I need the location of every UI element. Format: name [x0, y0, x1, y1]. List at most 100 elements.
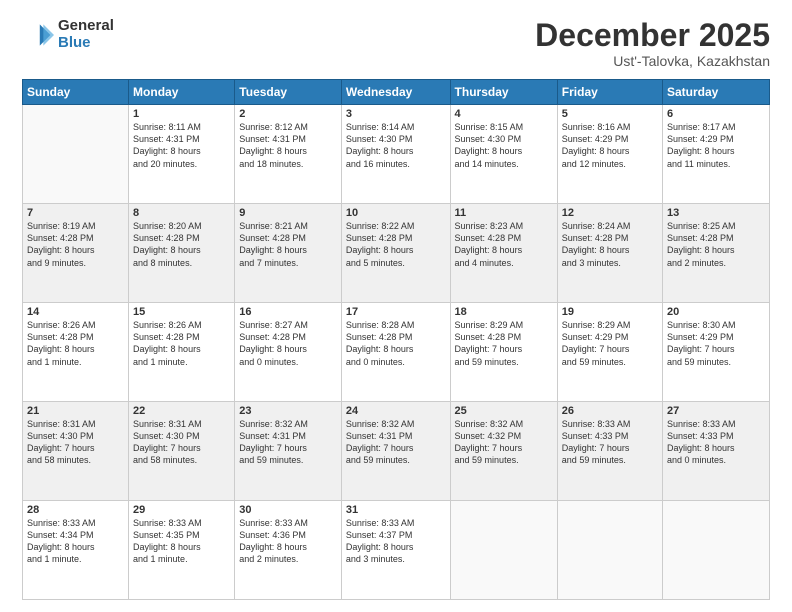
logo-blue-text: Blue: [58, 35, 114, 52]
day-number: 27: [667, 405, 765, 417]
day-info: Sunrise: 8:31 AM Sunset: 4:30 PM Dayligh…: [27, 418, 124, 467]
calendar-cell: 9Sunrise: 8:21 AM Sunset: 4:28 PM Daylig…: [235, 204, 342, 303]
day-info: Sunrise: 8:29 AM Sunset: 4:29 PM Dayligh…: [562, 319, 658, 368]
calendar-cell: 22Sunrise: 8:31 AM Sunset: 4:30 PM Dayli…: [129, 402, 235, 501]
day-info: Sunrise: 8:19 AM Sunset: 4:28 PM Dayligh…: [27, 220, 124, 269]
day-info: Sunrise: 8:26 AM Sunset: 4:28 PM Dayligh…: [133, 319, 230, 368]
calendar-cell: 20Sunrise: 8:30 AM Sunset: 4:29 PM Dayli…: [663, 303, 770, 402]
day-number: 26: [562, 405, 658, 417]
calendar-week-row: 21Sunrise: 8:31 AM Sunset: 4:30 PM Dayli…: [23, 402, 770, 501]
day-number: 4: [455, 108, 553, 120]
day-info: Sunrise: 8:26 AM Sunset: 4:28 PM Dayligh…: [27, 319, 124, 368]
day-number: 17: [346, 306, 446, 318]
calendar-cell: 31Sunrise: 8:33 AM Sunset: 4:37 PM Dayli…: [341, 501, 450, 600]
day-info: Sunrise: 8:11 AM Sunset: 4:31 PM Dayligh…: [133, 121, 230, 170]
day-info: Sunrise: 8:12 AM Sunset: 4:31 PM Dayligh…: [239, 121, 337, 170]
calendar-cell: 3Sunrise: 8:14 AM Sunset: 4:30 PM Daylig…: [341, 105, 450, 204]
calendar-cell: 29Sunrise: 8:33 AM Sunset: 4:35 PM Dayli…: [129, 501, 235, 600]
day-info: Sunrise: 8:22 AM Sunset: 4:28 PM Dayligh…: [346, 220, 446, 269]
calendar-cell: 7Sunrise: 8:19 AM Sunset: 4:28 PM Daylig…: [23, 204, 129, 303]
day-number: 7: [27, 207, 124, 219]
day-info: Sunrise: 8:27 AM Sunset: 4:28 PM Dayligh…: [239, 319, 337, 368]
day-info: Sunrise: 8:32 AM Sunset: 4:31 PM Dayligh…: [239, 418, 337, 467]
day-info: Sunrise: 8:33 AM Sunset: 4:35 PM Dayligh…: [133, 517, 230, 566]
logo: General Blue: [22, 18, 114, 51]
calendar-cell: 21Sunrise: 8:31 AM Sunset: 4:30 PM Dayli…: [23, 402, 129, 501]
day-number: 30: [239, 504, 337, 516]
calendar-week-row: 28Sunrise: 8:33 AM Sunset: 4:34 PM Dayli…: [23, 501, 770, 600]
day-number: 29: [133, 504, 230, 516]
calendar-cell: 30Sunrise: 8:33 AM Sunset: 4:36 PM Dayli…: [235, 501, 342, 600]
day-number: 16: [239, 306, 337, 318]
day-number: 5: [562, 108, 658, 120]
calendar-cell: 4Sunrise: 8:15 AM Sunset: 4:30 PM Daylig…: [450, 105, 557, 204]
calendar-cell: 24Sunrise: 8:32 AM Sunset: 4:31 PM Dayli…: [341, 402, 450, 501]
calendar-cell: 17Sunrise: 8:28 AM Sunset: 4:28 PM Dayli…: [341, 303, 450, 402]
logo-general-text: General: [58, 18, 114, 35]
day-number: 11: [455, 207, 553, 219]
day-info: Sunrise: 8:32 AM Sunset: 4:31 PM Dayligh…: [346, 418, 446, 467]
calendar-cell: 28Sunrise: 8:33 AM Sunset: 4:34 PM Dayli…: [23, 501, 129, 600]
day-number: 3: [346, 108, 446, 120]
page: General Blue December 2025 Ust'-Talovka,…: [0, 0, 792, 612]
calendar-table: SundayMondayTuesdayWednesdayThursdayFrid…: [22, 79, 770, 600]
day-number: 24: [346, 405, 446, 417]
day-info: Sunrise: 8:33 AM Sunset: 4:33 PM Dayligh…: [667, 418, 765, 467]
day-number: 31: [346, 504, 446, 516]
day-number: 18: [455, 306, 553, 318]
day-number: 21: [27, 405, 124, 417]
day-number: 14: [27, 306, 124, 318]
calendar-cell: 18Sunrise: 8:29 AM Sunset: 4:28 PM Dayli…: [450, 303, 557, 402]
day-number: 6: [667, 108, 765, 120]
day-info: Sunrise: 8:33 AM Sunset: 4:36 PM Dayligh…: [239, 517, 337, 566]
weekday-header-tuesday: Tuesday: [235, 80, 342, 105]
weekday-header-thursday: Thursday: [450, 80, 557, 105]
weekday-header-saturday: Saturday: [663, 80, 770, 105]
day-info: Sunrise: 8:33 AM Sunset: 4:34 PM Dayligh…: [27, 517, 124, 566]
weekday-header-monday: Monday: [129, 80, 235, 105]
day-info: Sunrise: 8:16 AM Sunset: 4:29 PM Dayligh…: [562, 121, 658, 170]
day-info: Sunrise: 8:31 AM Sunset: 4:30 PM Dayligh…: [133, 418, 230, 467]
day-info: Sunrise: 8:29 AM Sunset: 4:28 PM Dayligh…: [455, 319, 553, 368]
day-number: 19: [562, 306, 658, 318]
calendar-cell: 12Sunrise: 8:24 AM Sunset: 4:28 PM Dayli…: [557, 204, 662, 303]
day-number: 8: [133, 207, 230, 219]
title-section: December 2025 Ust'-Talovka, Kazakhstan: [535, 18, 770, 69]
calendar-cell: 23Sunrise: 8:32 AM Sunset: 4:31 PM Dayli…: [235, 402, 342, 501]
calendar-cell: 11Sunrise: 8:23 AM Sunset: 4:28 PM Dayli…: [450, 204, 557, 303]
day-info: Sunrise: 8:24 AM Sunset: 4:28 PM Dayligh…: [562, 220, 658, 269]
calendar-cell: [663, 501, 770, 600]
calendar-cell: 16Sunrise: 8:27 AM Sunset: 4:28 PM Dayli…: [235, 303, 342, 402]
calendar-cell: 13Sunrise: 8:25 AM Sunset: 4:28 PM Dayli…: [663, 204, 770, 303]
weekday-header-wednesday: Wednesday: [341, 80, 450, 105]
calendar-week-row: 7Sunrise: 8:19 AM Sunset: 4:28 PM Daylig…: [23, 204, 770, 303]
day-number: 25: [455, 405, 553, 417]
main-title: December 2025: [535, 18, 770, 53]
calendar-header-row: SundayMondayTuesdayWednesdayThursdayFrid…: [23, 80, 770, 105]
day-info: Sunrise: 8:17 AM Sunset: 4:29 PM Dayligh…: [667, 121, 765, 170]
calendar-cell: 10Sunrise: 8:22 AM Sunset: 4:28 PM Dayli…: [341, 204, 450, 303]
calendar-cell: 5Sunrise: 8:16 AM Sunset: 4:29 PM Daylig…: [557, 105, 662, 204]
calendar-cell: 25Sunrise: 8:32 AM Sunset: 4:32 PM Dayli…: [450, 402, 557, 501]
day-info: Sunrise: 8:33 AM Sunset: 4:37 PM Dayligh…: [346, 517, 446, 566]
calendar-cell: [557, 501, 662, 600]
day-info: Sunrise: 8:30 AM Sunset: 4:29 PM Dayligh…: [667, 319, 765, 368]
calendar-week-row: 14Sunrise: 8:26 AM Sunset: 4:28 PM Dayli…: [23, 303, 770, 402]
calendar-cell: 14Sunrise: 8:26 AM Sunset: 4:28 PM Dayli…: [23, 303, 129, 402]
day-info: Sunrise: 8:14 AM Sunset: 4:30 PM Dayligh…: [346, 121, 446, 170]
weekday-header-sunday: Sunday: [23, 80, 129, 105]
weekday-header-friday: Friday: [557, 80, 662, 105]
calendar-cell: 15Sunrise: 8:26 AM Sunset: 4:28 PM Dayli…: [129, 303, 235, 402]
logo-icon: [22, 19, 54, 51]
calendar-week-row: 1Sunrise: 8:11 AM Sunset: 4:31 PM Daylig…: [23, 105, 770, 204]
calendar-cell: 6Sunrise: 8:17 AM Sunset: 4:29 PM Daylig…: [663, 105, 770, 204]
day-info: Sunrise: 8:33 AM Sunset: 4:33 PM Dayligh…: [562, 418, 658, 467]
day-info: Sunrise: 8:32 AM Sunset: 4:32 PM Dayligh…: [455, 418, 553, 467]
subtitle: Ust'-Talovka, Kazakhstan: [535, 53, 770, 69]
day-number: 12: [562, 207, 658, 219]
day-info: Sunrise: 8:15 AM Sunset: 4:30 PM Dayligh…: [455, 121, 553, 170]
day-info: Sunrise: 8:20 AM Sunset: 4:28 PM Dayligh…: [133, 220, 230, 269]
day-info: Sunrise: 8:25 AM Sunset: 4:28 PM Dayligh…: [667, 220, 765, 269]
day-number: 9: [239, 207, 337, 219]
day-info: Sunrise: 8:28 AM Sunset: 4:28 PM Dayligh…: [346, 319, 446, 368]
